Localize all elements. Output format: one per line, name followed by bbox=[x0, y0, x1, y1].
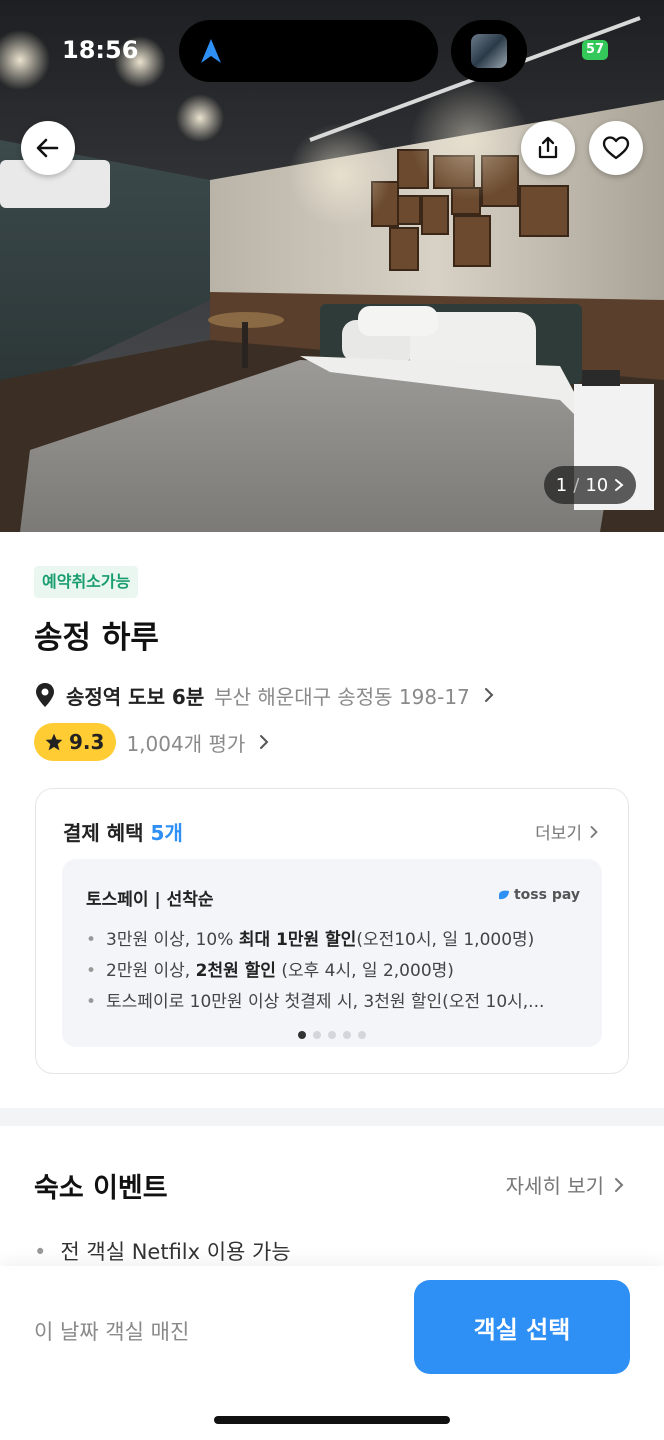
toss-logo-icon bbox=[498, 890, 509, 900]
pip-thumbnail bbox=[471, 34, 507, 68]
photo-total-count: 10 bbox=[585, 474, 609, 496]
page-dot[interactable] bbox=[298, 1031, 306, 1039]
toss-pay-benefit-carousel[interactable]: 토스페이 | 선착순 toss pay 3만원 이상, 10% 최대 1만원 할… bbox=[62, 859, 602, 1047]
hotel-name: 송정 하루 bbox=[34, 620, 159, 656]
picture-in-picture-indicator bbox=[451, 20, 527, 82]
event-item: 전 객실 Netfilx 이용 가능 bbox=[34, 1236, 290, 1266]
share-icon bbox=[538, 136, 558, 159]
address-text: 부산 해운대구 송정동 198-17 bbox=[214, 684, 470, 709]
photo-counter-separator: / bbox=[573, 474, 580, 496]
select-room-button[interactable]: 객실 선택 bbox=[414, 1280, 630, 1374]
page-dot[interactable] bbox=[358, 1031, 366, 1039]
benefits-count: 5개 bbox=[150, 821, 183, 845]
event-details-label: 자세히 보기 bbox=[505, 1174, 604, 1198]
benefit-item: 2만원 이상, 2천원 할인 (오후 4시, 일 2,000명) bbox=[86, 956, 586, 987]
share-button[interactable] bbox=[521, 121, 575, 175]
benefits-title-text: 결제 혜택 bbox=[63, 821, 144, 845]
photo-counter[interactable]: 1 / 10 bbox=[544, 466, 636, 504]
carousel-page-dots[interactable] bbox=[298, 1031, 366, 1039]
back-button[interactable] bbox=[21, 121, 75, 175]
event-section-title: 숙소 이벤트 bbox=[34, 1173, 168, 1204]
event-details-link[interactable]: 자세히 보기 bbox=[506, 1170, 624, 1199]
benefits-more-link[interactable]: 더보기 bbox=[535, 819, 598, 844]
home-indicator[interactable] bbox=[214, 1416, 450, 1424]
page-dot[interactable] bbox=[313, 1031, 321, 1039]
star-icon bbox=[45, 733, 63, 751]
benefit-item: 3만원 이상, 10% 최대 1만원 할인(오전10시, 일 1,000명) bbox=[86, 925, 586, 956]
cancellation-tag: 예약취소가능 bbox=[34, 566, 139, 598]
navigation-arrow-icon bbox=[201, 39, 221, 63]
walk-distance: 송정역 도보 6분 bbox=[66, 684, 205, 709]
benefit-list: 3만원 이상, 10% 최대 1만원 할인(오전10시, 일 1,000명) 2… bbox=[86, 925, 586, 1018]
address-row[interactable]: 송정역 도보 6분 부산 해운대구 송정동 198-17 bbox=[34, 680, 494, 710]
payment-benefits-card: 결제 혜택 5개 더보기 토스페이 | 선착순 toss pay 3만원 이상,… bbox=[35, 788, 629, 1074]
benefit-card-title: 토스페이 | 선착순 bbox=[86, 890, 214, 910]
page-dot[interactable] bbox=[328, 1031, 336, 1039]
dynamic-island bbox=[179, 20, 438, 82]
benefits-more-label: 더보기 bbox=[535, 824, 582, 844]
section-divider bbox=[0, 1108, 664, 1126]
battery-indicator: 57 bbox=[582, 40, 608, 60]
favorite-button[interactable] bbox=[589, 121, 643, 175]
benefit-item: 토스페이로 10만원 이상 첫결제 시, 3천원 할인(오전 10시,... bbox=[86, 987, 586, 1018]
chevron-right-icon bbox=[615, 479, 624, 491]
rating-badge: 9.3 bbox=[34, 723, 117, 761]
toss-pay-logo: toss pay bbox=[497, 887, 580, 903]
chevron-right-icon bbox=[590, 825, 598, 838]
photo-current-index: 1 bbox=[555, 474, 568, 496]
rating-row[interactable]: 9.3 1,004개 평가 bbox=[34, 723, 269, 761]
sold-out-status: 이 날짜 객실 매진 bbox=[34, 1320, 190, 1344]
hero-photo-gallery[interactable]: 18:56 57 1 / 10 bbox=[0, 0, 664, 532]
chevron-right-icon bbox=[615, 1177, 624, 1192]
rating-score: 9.3 bbox=[69, 730, 105, 754]
heart-icon bbox=[602, 136, 630, 160]
status-bar-time: 18:56 bbox=[62, 36, 139, 64]
benefits-title: 결제 혜택 5개 bbox=[63, 817, 183, 846]
arrow-left-icon bbox=[36, 138, 59, 158]
toss-pay-logo-text: toss pay bbox=[513, 887, 580, 903]
review-count: 1,004개 평가 bbox=[126, 731, 246, 756]
location-pin-icon bbox=[36, 683, 54, 707]
chevron-right-icon bbox=[260, 735, 269, 749]
page-dot[interactable] bbox=[343, 1031, 351, 1039]
bottom-action-bar: 이 날짜 객실 매진 객실 선택 bbox=[0, 1266, 664, 1440]
chevron-right-icon bbox=[484, 688, 494, 702]
